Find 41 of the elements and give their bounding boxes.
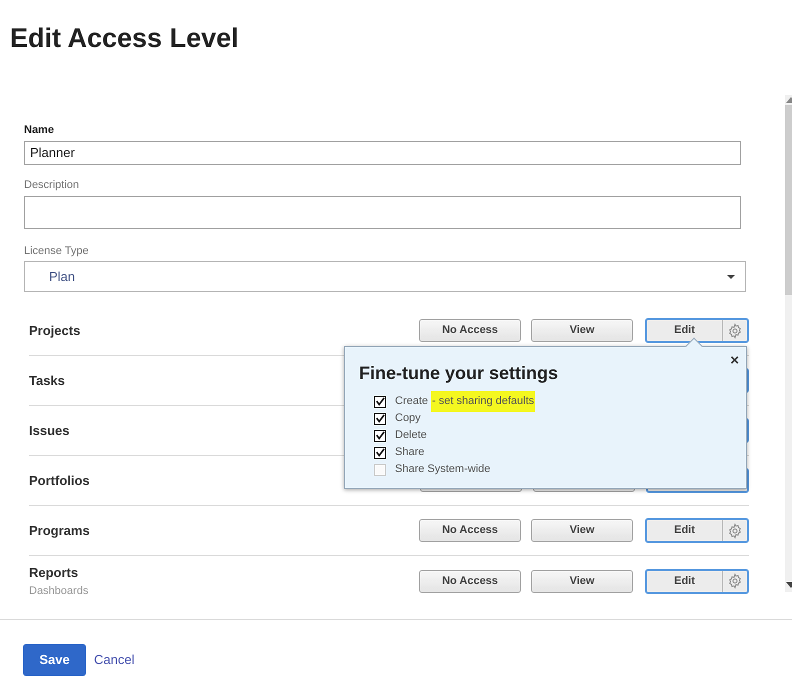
checkbox[interactable]	[374, 412, 386, 424]
text-field[interactable]: Planner	[24, 140, 741, 164]
field-label: License Type	[24, 244, 90, 258]
access-button[interactable]: Edit	[647, 520, 722, 541]
gear-icon	[727, 322, 743, 338]
row-label: Programs	[29, 522, 90, 540]
text-field[interactable]	[24, 196, 741, 228]
row-label: Portfolios	[29, 472, 90, 490]
option-label: Share	[395, 445, 424, 460]
row-label: Projects	[29, 322, 80, 340]
checkbox[interactable]	[374, 446, 386, 458]
option-note: - set sharing defaults	[431, 391, 536, 412]
close-button[interactable]: ×	[730, 350, 739, 372]
cancel-link[interactable]: Cancel	[94, 650, 134, 670]
row-label: Issues	[29, 422, 70, 440]
access-button[interactable]: Edit	[647, 570, 722, 592]
license-type-select[interactable]: Plan	[24, 261, 746, 292]
field-label: Name	[24, 123, 55, 138]
page-title: Edit Access Level	[10, 22, 239, 55]
row-label: Tasks	[29, 372, 65, 390]
row-sublabel: Dashboards	[29, 584, 88, 598]
row-label: Reports	[29, 564, 80, 582]
access-button[interactable]: View	[531, 519, 633, 542]
option-label: Delete	[395, 428, 427, 444]
access-button[interactable]: No Access	[419, 319, 521, 342]
popover-title: Fine-tune your settings	[359, 362, 558, 385]
access-button[interactable]: No Access	[419, 570, 521, 592]
save-button[interactable]: Save	[23, 644, 86, 676]
option-label: Copy	[395, 411, 421, 426]
option-label: Create	[395, 394, 428, 410]
option-label: Share System-wide	[395, 462, 490, 478]
checkbox[interactable]	[374, 396, 386, 408]
access-button[interactable]: Edit	[647, 320, 722, 341]
access-button[interactable]: View	[531, 319, 633, 342]
gear-icon	[727, 522, 743, 538]
field-label: Description	[24, 178, 80, 193]
gear-icon	[727, 573, 743, 589]
access-button[interactable]: No Access	[419, 519, 521, 542]
caret-icon	[727, 274, 735, 278]
access-button[interactable]: View	[531, 570, 633, 592]
checkbox[interactable]	[374, 430, 386, 442]
